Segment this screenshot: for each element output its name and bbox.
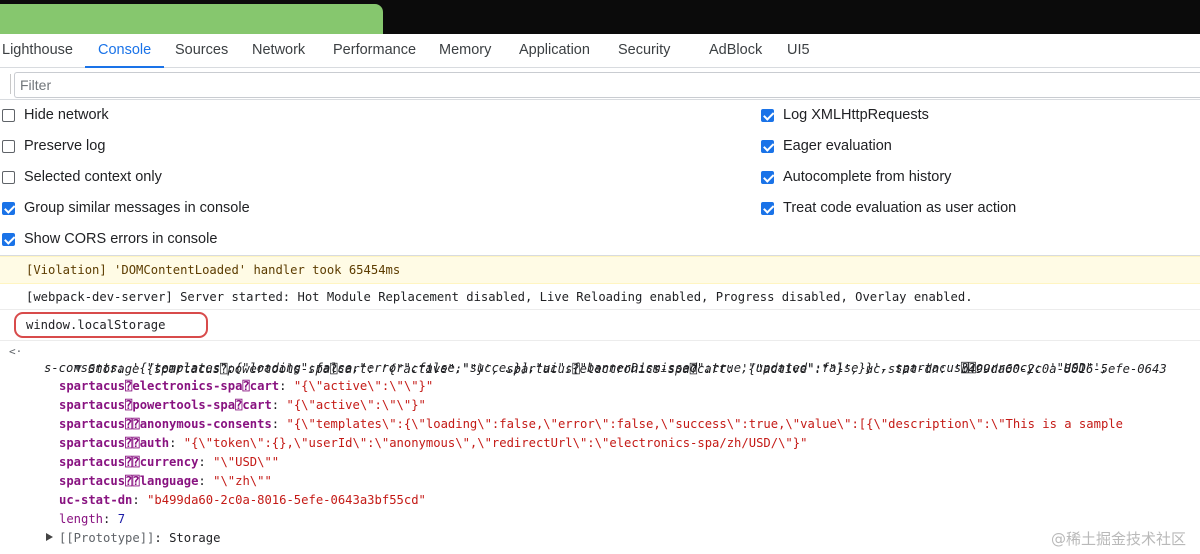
setting-preserve-log[interactable]: Preserve log <box>2 136 105 156</box>
setting-label: Group similar messages in console <box>24 200 250 216</box>
setting-treat-as-user-action[interactable]: Treat code evaluation as user action <box>761 198 1016 218</box>
browser-tab-strip[interactable] <box>0 4 383 34</box>
console-output[interactable]: [Violation] 'DOMContentLoaded' handler t… <box>0 256 1200 554</box>
storage-summary-continued: s-consents: '{"templates":{"loading":fal… <box>44 361 1116 375</box>
storage-entry: spartacus⍰⍰currency: "\"USD\"" <box>59 455 280 469</box>
storage-prototype[interactable]: [[Prototype]]: Storage <box>46 529 220 548</box>
console-command: window.localStorage <box>26 318 166 332</box>
entry-value: "{\"active\":\"\"}" <box>286 398 426 412</box>
console-settings-pane: Hide network Preserve log Selected conte… <box>0 100 1200 256</box>
setting-label: Log XMLHttpRequests <box>783 107 929 123</box>
setting-label: Preserve log <box>24 138 106 154</box>
storage-length: length: 7 <box>59 512 126 526</box>
filter-input[interactable] <box>14 72 1200 98</box>
setting-autocomplete-history[interactable]: Autocomplete from history <box>761 167 951 187</box>
setting-selected-context-only[interactable]: Selected context only <box>2 167 162 187</box>
checkbox-checked[interactable] <box>761 170 774 184</box>
entry-key: spartacus⍰⍰currency <box>59 455 199 469</box>
setting-label: Treat code evaluation as user action <box>783 200 1017 216</box>
entry-value: "b499da60-2c0a-8016-5efe-0643a3bf55cd" <box>147 493 426 507</box>
length-key: length <box>59 512 104 526</box>
tab-security[interactable]: Security <box>618 34 670 67</box>
violation-message: [Violation] 'DOMContentLoaded' handler t… <box>0 256 1200 284</box>
storage-summary-line[interactable]: Storage {spartacus⍰powertools-spa⍰cart: … <box>30 341 1167 376</box>
setting-label: Show CORS errors in console <box>24 231 218 247</box>
checkbox[interactable] <box>2 139 15 153</box>
storage-entry: spartacus⍰⍰auth: "{\"token\":{},\"userId… <box>59 436 808 450</box>
devtools-tab-bar: Lighthouse Console Sources Network Perfo… <box>0 34 1200 68</box>
entry-key: spartacus⍰⍰language <box>59 474 199 488</box>
tab-performance[interactable]: Performance <box>333 34 416 67</box>
setting-label: Eager evaluation <box>783 138 892 154</box>
storage-entry: spartacus⍰electronics-spa⍰cart: "{\"acti… <box>59 379 434 393</box>
checkbox[interactable] <box>2 170 15 184</box>
entry-value: "{\"token\":{},\"userId\":\"anonymous\",… <box>183 436 808 450</box>
prototype-key: [[Prototype]] <box>59 531 155 545</box>
entry-key: spartacus⍰electronics-spa⍰cart <box>59 379 280 393</box>
entry-value: "\"USD\"" <box>213 455 280 469</box>
setting-log-xhr[interactable]: Log XMLHttpRequests <box>761 105 929 125</box>
setting-label: Hide network <box>24 107 109 123</box>
entry-key: uc-stat-dn <box>59 493 133 507</box>
tab-application[interactable]: Application <box>519 34 590 67</box>
console-filter-bar <box>0 68 1200 100</box>
entry-key: spartacus⍰⍰auth <box>59 436 170 450</box>
setting-eager-evaluation[interactable]: Eager evaluation <box>761 136 892 156</box>
setting-label: Autocomplete from history <box>783 169 952 185</box>
console-command-row: window.localStorage <box>0 310 1200 341</box>
collapsed-triangle-icon[interactable] <box>46 533 53 541</box>
setting-hide-network[interactable]: Hide network <box>2 105 109 125</box>
checkbox-checked[interactable] <box>761 108 774 122</box>
tab-lighthouse[interactable]: Lighthouse <box>2 34 73 67</box>
entry-value: "{\"templates\":{\"loading\":false,\"err… <box>286 417 1123 431</box>
tab-sources[interactable]: Sources <box>175 34 228 67</box>
tab-memory[interactable]: Memory <box>439 34 491 67</box>
tab-network[interactable]: Network <box>252 34 305 67</box>
storage-result[interactable]: <· Storage {spartacus⍰powertools-spa⍰car… <box>0 341 1200 554</box>
checkbox-checked[interactable] <box>2 232 15 246</box>
tab-ui5[interactable]: UI5 <box>787 34 810 67</box>
storage-entry: spartacus⍰⍰language: "\"zh\"" <box>59 474 272 488</box>
entry-value: "{\"active\":\"\"}" <box>293 379 434 393</box>
browser-top-bar <box>0 0 1200 34</box>
watermark: @稀土掘金技术社区 <box>1050 530 1186 548</box>
log-message: [webpack-dev-server] Server started: Hot… <box>0 284 1200 310</box>
tab-adblock[interactable]: AdBlock <box>709 34 762 67</box>
toolbar-divider <box>10 74 11 94</box>
checkbox-checked[interactable] <box>2 201 15 215</box>
entry-value: "\"zh\"" <box>213 474 272 488</box>
storage-entry: spartacus⍰powertools-spa⍰cart: "{\"activ… <box>59 398 426 412</box>
prototype-value: Storage <box>169 531 221 545</box>
entry-key: spartacus⍰⍰anonymous-consents <box>59 417 272 431</box>
entry-key: spartacus⍰powertools-spa⍰cart <box>59 398 272 412</box>
checkbox[interactable] <box>2 108 15 122</box>
storage-entry: uc-stat-dn: "b499da60-2c0a-8016-5efe-064… <box>59 493 426 507</box>
storage-entry: spartacus⍰⍰anonymous-consents: "{\"templ… <box>59 417 1123 431</box>
setting-label: Selected context only <box>24 169 162 185</box>
setting-show-cors-errors[interactable]: Show CORS errors in console <box>2 229 217 249</box>
setting-group-similar[interactable]: Group similar messages in console <box>2 198 250 218</box>
checkbox-checked[interactable] <box>761 139 774 153</box>
length-value: 7 <box>117 512 126 526</box>
checkbox-checked[interactable] <box>761 201 774 215</box>
tab-console[interactable]: Console <box>84 34 165 68</box>
return-arrow-icon: <· <box>9 345 23 358</box>
